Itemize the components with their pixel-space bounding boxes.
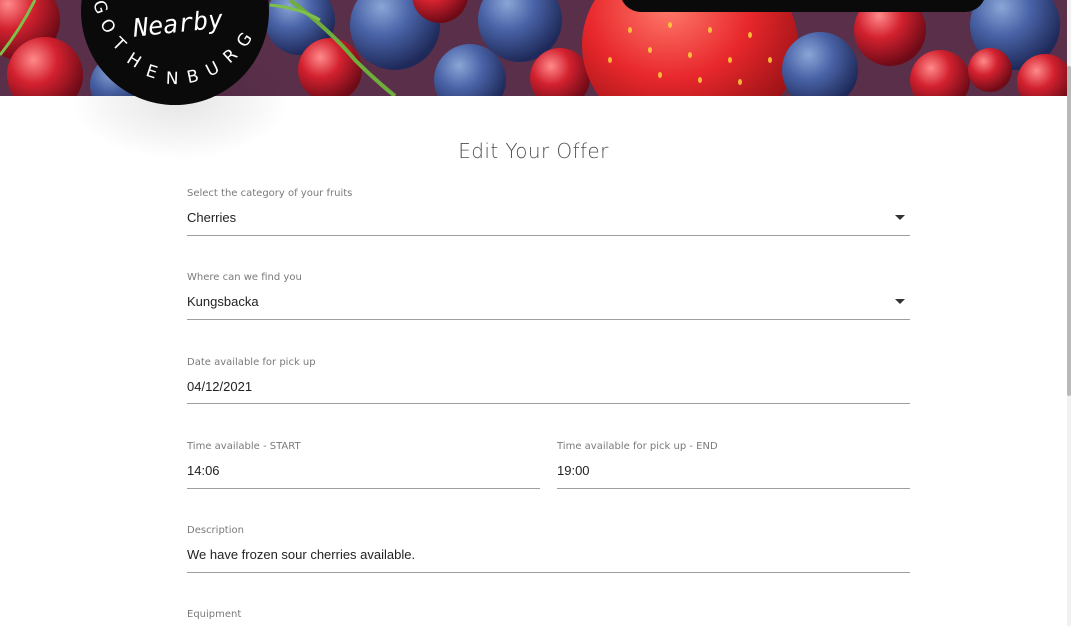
- category-label: Select the category of your fruits: [187, 188, 353, 199]
- time-end-input[interactable]: 19:00: [557, 463, 590, 478]
- scrollbar-thumb[interactable]: [1067, 66, 1071, 396]
- svg-text:E: E: [143, 61, 159, 83]
- svg-text:U: U: [203, 58, 223, 81]
- time-start-label: Time available - START: [187, 441, 301, 452]
- date-underline: [187, 403, 910, 404]
- location-underline: [187, 319, 910, 320]
- description-label: Description: [187, 525, 244, 536]
- page-title: Edit Your Offer: [458, 139, 609, 163]
- page: Berries Nearby G . O T H E N B U R G Edi…: [0, 0, 1071, 626]
- time-start-field[interactable]: Time available - START 14:06: [187, 441, 540, 489]
- location-select[interactable]: Where can we find you Kungsbacka: [187, 272, 910, 320]
- svg-text:N: N: [165, 69, 178, 89]
- svg-text:H: H: [123, 49, 144, 73]
- date-label: Date available for pick up: [187, 357, 316, 368]
- svg-text:Nearby: Nearby: [131, 4, 225, 42]
- category-underline: [187, 235, 910, 236]
- chevron-down-icon[interactable]: [895, 299, 905, 304]
- equipment-label: Equipment: [187, 609, 242, 620]
- svg-text:T: T: [107, 33, 130, 56]
- time-start-input[interactable]: 14:06: [187, 463, 220, 478]
- equipment-field[interactable]: Equipment: [187, 609, 910, 626]
- svg-text:O: O: [95, 15, 119, 37]
- date-field[interactable]: Date available for pick up 04/12/2021: [187, 357, 910, 405]
- description-field[interactable]: Description We have frozen sour cherries…: [187, 525, 910, 573]
- description-input[interactable]: We have frozen sour cherries available.: [187, 547, 415, 562]
- category-value[interactable]: Cherries: [187, 210, 236, 225]
- chevron-down-icon[interactable]: [895, 215, 905, 220]
- svg-text:R: R: [220, 45, 242, 68]
- time-start-underline: [187, 488, 540, 489]
- svg-text:G: G: [233, 29, 257, 51]
- description-underline: [187, 572, 910, 573]
- time-end-field[interactable]: Time available for pick up - END 19:00: [557, 441, 910, 489]
- top-nav-pill[interactable]: [620, 0, 986, 12]
- category-select[interactable]: Select the category of your fruits Cherr…: [187, 188, 910, 236]
- date-input[interactable]: 04/12/2021: [187, 379, 252, 394]
- time-end-underline: [557, 488, 910, 489]
- location-label: Where can we find you: [187, 272, 302, 283]
- logo-emblem: Berries Nearby G . O T H E N B U R G: [88, 0, 257, 89]
- time-end-label: Time available for pick up - END: [557, 441, 718, 452]
- svg-text:B: B: [185, 66, 201, 88]
- location-value[interactable]: Kungsbacka: [187, 294, 259, 309]
- logo[interactable]: Berries Nearby G . O T H E N B U R G: [81, 0, 269, 105]
